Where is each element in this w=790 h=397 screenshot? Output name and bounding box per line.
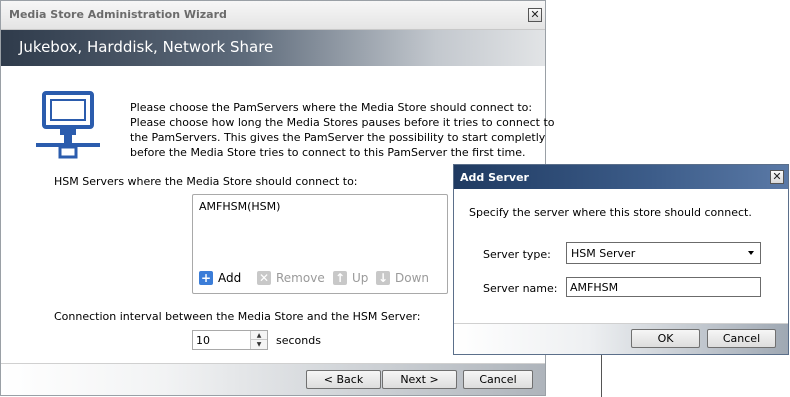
add-label: Add: [218, 271, 242, 285]
server-type-label: Server type:: [483, 248, 551, 261]
server-name-label: Server name:: [483, 282, 558, 295]
intro-line: the PamServers. This gives the PamServer…: [130, 131, 546, 144]
dialog-cancel-button[interactable]: Cancel: [707, 329, 776, 348]
add-server-dialog: Add Server ✕ Specify the server where th…: [453, 164, 789, 355]
interval-unit: seconds: [276, 334, 321, 347]
banner-title: Jukebox, Harddisk, Network Share: [19, 38, 274, 56]
dialog-close-icon[interactable]: ✕: [770, 170, 784, 184]
interval-input[interactable]: [196, 332, 246, 348]
down-label: Down: [395, 271, 430, 285]
computer-network-icon: [36, 91, 100, 159]
remove-icon: ✕: [257, 271, 271, 285]
dropdown-arrow-icon: [748, 251, 754, 255]
remove-label: Remove: [276, 271, 325, 285]
intro-line: Please choose how long the Media Stores …: [130, 116, 555, 129]
up-arrow-icon: ↑: [333, 271, 347, 285]
spin-down-icon[interactable]: ▼: [250, 339, 267, 349]
server-type-value: HSM Server: [571, 247, 636, 260]
wizard-banner: Jukebox, Harddisk, Network Share: [1, 30, 545, 66]
wizard-close-icon[interactable]: ✕: [528, 8, 542, 22]
ok-button[interactable]: OK: [631, 329, 700, 348]
wizard-title: Media Store Administration Wizard: [9, 8, 227, 21]
down-arrow-icon: ↓: [376, 271, 390, 285]
interval-label: Connection interval between the Media St…: [54, 310, 421, 323]
intro-text: Please choose the PamServers where the M…: [130, 100, 555, 160]
servers-label: HSM Servers where the Media Store should…: [54, 175, 358, 188]
add-button[interactable]: + Add: [199, 271, 241, 285]
wizard-titlebar: Media Store Administration Wizard ✕: [1, 1, 545, 30]
up-button[interactable]: ↑ Up: [333, 271, 368, 285]
dialog-title: Add Server: [460, 171, 529, 184]
down-button[interactable]: ↓ Down: [376, 271, 429, 285]
back-button[interactable]: < Back: [306, 370, 381, 389]
server-name-input[interactable]: [566, 277, 761, 297]
list-item[interactable]: AMFHSM(HSM): [199, 200, 280, 213]
next-button[interactable]: Next >: [382, 370, 457, 389]
intro-line: Please choose the PamServers where the M…: [130, 101, 533, 114]
wizard-footer: < Back Next > Cancel: [1, 363, 545, 395]
remove-button[interactable]: ✕ Remove: [257, 271, 325, 285]
dialog-prompt: Specify the server where this store shou…: [469, 206, 752, 219]
interval-stepper[interactable]: ▲ ▼: [192, 330, 268, 350]
cancel-button[interactable]: Cancel: [463, 370, 533, 389]
dialog-titlebar: Add Server ✕: [454, 165, 788, 189]
up-label: Up: [352, 271, 369, 285]
intro-line: before the Media Store tries to connect …: [130, 146, 526, 159]
servers-listbox[interactable]: AMFHSM(HSM) + Add ✕ Remove ↑ Up ↓ Down: [192, 194, 448, 294]
add-icon: +: [199, 271, 213, 285]
server-type-select[interactable]: HSM Server: [566, 242, 761, 264]
dialog-footer: OK Cancel: [454, 323, 788, 354]
